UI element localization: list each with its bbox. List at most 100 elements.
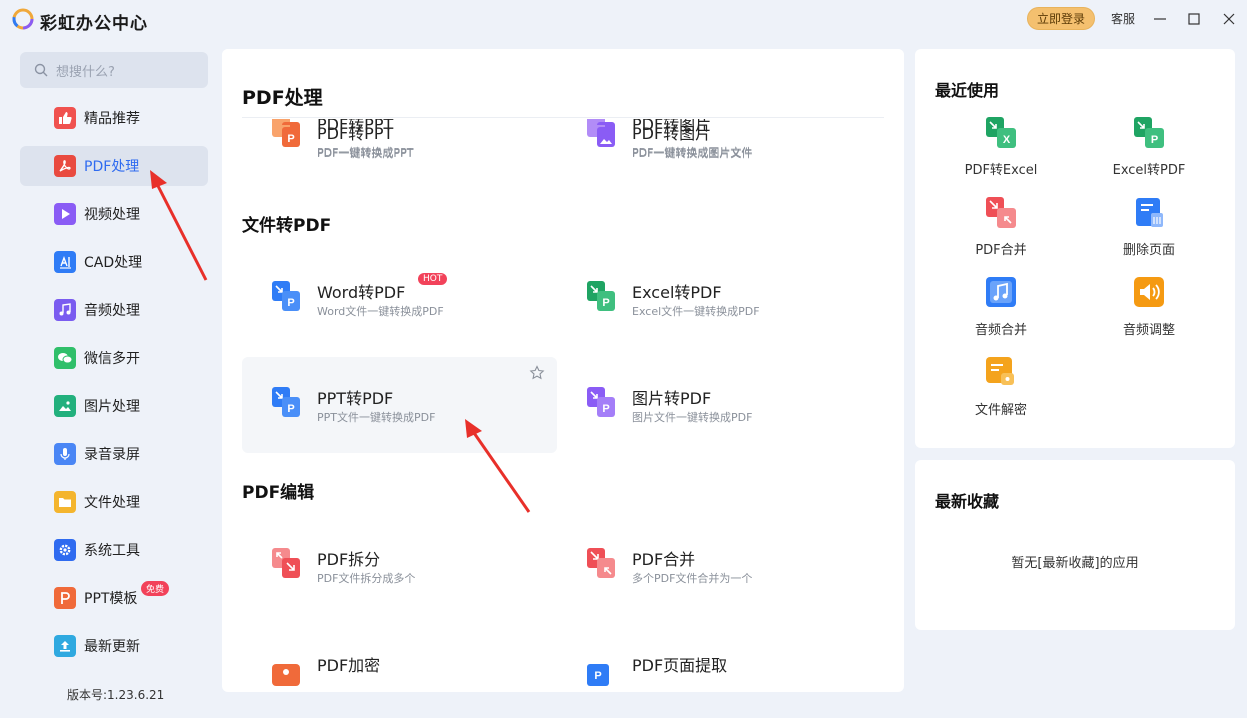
- recent-panel: 最近使用 X PDF转Excel P Excel转PDF PDF合并 删除页面 …: [915, 49, 1235, 448]
- sidebar-item-label: 精品推荐: [84, 111, 140, 127]
- card-description: Word文件一键转换成PDF: [317, 305, 444, 318]
- card-description: Excel文件一键转换成PDF: [632, 305, 760, 318]
- app-title: 彩虹办公中心: [40, 14, 148, 34]
- pdf-split-icon: [272, 548, 300, 578]
- tool-card-image-to-pdf[interactable]: P 图片转PDF 图片文件一键转换成PDF: [557, 357, 872, 453]
- thumbs-up-icon: [54, 107, 76, 129]
- tool-label: 音频合并: [974, 323, 1027, 338]
- card-title: PDF页面提取: [632, 656, 728, 675]
- favorites-panel: 最新收藏 暂无[最新收藏]的应用: [915, 460, 1235, 630]
- recent-tool-audio-adjust[interactable]: 音频调整: [1094, 277, 1204, 347]
- card-title: 图片转PDF: [632, 389, 712, 408]
- sidebar-item-label: 音频处理: [84, 303, 140, 319]
- customer-service-link[interactable]: 客服: [1111, 10, 1135, 27]
- sidebar-item-updates[interactable]: 最新更新: [20, 626, 208, 666]
- svg-text:P: P: [602, 403, 609, 415]
- pdf-to-ppt-icon: P: [272, 125, 300, 147]
- recent-tool-pdf-to-excel[interactable]: X PDF转Excel: [946, 117, 1056, 187]
- tool-card-ppt-to-pdf[interactable]: P PPT转PDF PPT文件一键转换成PDF: [242, 357, 557, 453]
- tool-card-pdf-encrypt[interactable]: PDF加密: [242, 624, 557, 692]
- audio-merge-icon: [986, 277, 1016, 307]
- maximize-button[interactable]: [1183, 8, 1205, 30]
- card-title: PDF转PPT: [317, 119, 394, 134]
- pdf-to-excel-icon: X: [986, 117, 1016, 148]
- card-description: PDF文件拆分成多个: [317, 572, 416, 585]
- sidebar-item-label: 图片处理: [84, 399, 140, 415]
- header-divider: [242, 117, 884, 118]
- tool-card-word-to-pdf[interactable]: P Word转PDF HOT Word文件一键转换成PDF: [242, 251, 557, 347]
- pdf-icon: [54, 155, 76, 177]
- card-description: 图片文件一键转换成PDF: [632, 411, 753, 424]
- tool-card-pdf-merge[interactable]: PDF合并 多个PDF文件合并为一个: [557, 518, 872, 614]
- sidebar-item-label: 文件处理: [84, 495, 140, 511]
- main-panel: PDF处理 P PDF转PPT PDF一键转换成PPT PDF转图片 PDF一键…: [222, 49, 904, 692]
- minimize-icon: [1154, 18, 1166, 20]
- tool-card-pdf-extract[interactable]: P PDF页面提取: [557, 624, 872, 692]
- music-icon: [54, 299, 76, 321]
- minimize-button[interactable]: [1149, 8, 1171, 30]
- gear-icon: [54, 539, 76, 561]
- close-icon: [1223, 13, 1235, 25]
- recent-tool-delete-page[interactable]: 删除页面: [1094, 197, 1204, 267]
- svg-text:P: P: [602, 297, 609, 309]
- sidebar-item-system-tools[interactable]: 系统工具: [20, 530, 208, 570]
- page-title-overlay: PDF处理: [242, 87, 323, 109]
- title-bar: 彩虹办公中心 立即登录 客服: [0, 0, 1247, 38]
- search-icon: [34, 63, 48, 77]
- close-button[interactable]: [1218, 8, 1240, 30]
- ppt-icon: [54, 587, 76, 609]
- tool-card-pdf-split[interactable]: PDF拆分 PDF文件拆分成多个: [242, 518, 557, 614]
- version-label: 版本号:1.23.6.21: [67, 688, 165, 702]
- recent-title: 最近使用: [935, 81, 1000, 100]
- sidebar-item-image[interactable]: 图片处理: [20, 386, 208, 426]
- card-title: PDF转图片: [632, 119, 712, 134]
- section-title-file-to-pdf: 文件转PDF: [242, 216, 332, 236]
- microphone-icon: [54, 443, 76, 465]
- sidebar-item-files[interactable]: 文件处理: [20, 482, 208, 522]
- sidebar-item-recommended[interactable]: 精品推荐: [20, 98, 208, 138]
- pdf-merge-icon: [587, 548, 615, 578]
- sidebar-item-label: 最新更新: [84, 639, 140, 655]
- sidebar-item-audio[interactable]: 音频处理: [20, 290, 208, 330]
- svg-text:P: P: [287, 297, 294, 309]
- clipped-card-strip: P PDF转PPT PDF一键转换成PPT PDF转图片 PDF一键转换成图片文…: [222, 119, 904, 164]
- excel-to-pdf-icon: P: [587, 281, 615, 311]
- sidebar-item-cad[interactable]: CAD处理: [20, 242, 208, 282]
- section-title-pdf-edit: PDF编辑: [242, 483, 315, 503]
- favorites-empty-text: 暂无[最新收藏]的应用: [1011, 556, 1139, 571]
- sidebar-item-video[interactable]: 视频处理: [20, 194, 208, 234]
- card-title: Excel转PDF: [632, 283, 722, 302]
- sidebar-item-ppt-templates[interactable]: PPT模板 免费: [20, 578, 208, 618]
- sidebar-item-wechat[interactable]: 微信多开: [20, 338, 208, 378]
- card-description: PDF一键转换成图片文件: [632, 147, 753, 160]
- search-input[interactable]: 想搜什么?: [20, 52, 208, 88]
- recent-tool-excel-to-pdf[interactable]: P Excel转PDF: [1094, 117, 1204, 187]
- favorites-title: 最新收藏: [935, 492, 1000, 511]
- login-button[interactable]: 立即登录: [1027, 7, 1095, 30]
- upload-icon: [54, 635, 76, 657]
- sidebar-item-label: CAD处理: [84, 255, 143, 271]
- sidebar-item-label: PPT模板: [84, 591, 138, 607]
- pdf-to-image-icon: [587, 125, 615, 147]
- hot-badge: HOT: [418, 273, 448, 285]
- sidebar-item-label: PDF处理: [84, 159, 140, 175]
- card-description: PPT文件一键转换成PDF: [317, 411, 436, 424]
- card-title: PDF合并: [632, 550, 696, 569]
- cad-icon: [54, 251, 76, 273]
- tool-label: PDF合并: [975, 243, 1027, 258]
- free-badge: 免费: [141, 581, 170, 596]
- sidebar-item-label: 视频处理: [84, 207, 140, 223]
- tool-label: 删除页面: [1122, 243, 1175, 258]
- star-icon[interactable]: [529, 365, 545, 381]
- excel-to-pdf-icon: P: [1134, 117, 1164, 148]
- tool-label: PDF转Excel: [964, 163, 1038, 178]
- pdf-extract-icon: P: [587, 664, 609, 686]
- recent-tool-audio-merge[interactable]: 音频合并: [946, 277, 1056, 347]
- recent-tool-pdf-merge[interactable]: PDF合并: [946, 197, 1056, 267]
- sidebar-item-recording[interactable]: 录音录屏: [20, 434, 208, 474]
- tool-card-excel-to-pdf[interactable]: P Excel转PDF Excel文件一键转换成PDF: [557, 251, 872, 347]
- image-icon: [54, 395, 76, 417]
- window-edge: [1240, 38, 1247, 718]
- recent-tool-file-decrypt[interactable]: 文件解密: [946, 357, 1056, 427]
- sidebar-item-pdf[interactable]: PDF处理: [20, 146, 208, 186]
